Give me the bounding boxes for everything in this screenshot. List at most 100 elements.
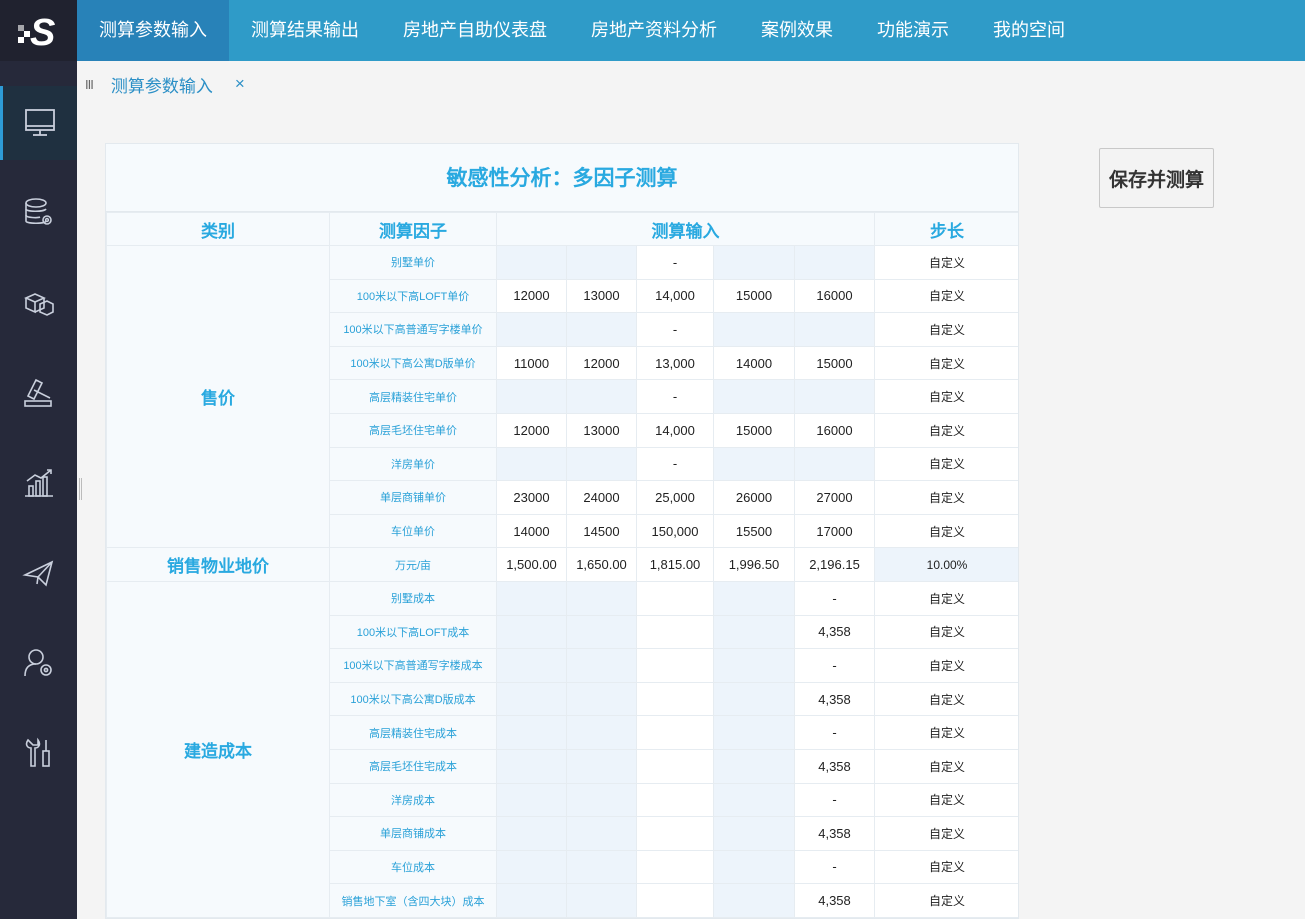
input-cell[interactable]: 13000 — [566, 278, 637, 314]
input-cell[interactable] — [496, 446, 567, 482]
input-cell[interactable]: - — [793, 648, 876, 683]
input-cell[interactable] — [496, 748, 567, 784]
tab-menu-handle[interactable]: III — [85, 77, 94, 92]
input-cell[interactable] — [713, 883, 795, 918]
input-cell[interactable] — [713, 816, 795, 851]
step-cell[interactable]: 自定义 — [874, 715, 1018, 750]
step-cell[interactable]: 自定义 — [874, 648, 1018, 683]
input-cell[interactable] — [566, 782, 637, 818]
input-cell[interactable]: 15000 — [793, 345, 876, 381]
input-cell[interactable] — [636, 883, 714, 918]
input-cell[interactable]: 15500 — [713, 513, 795, 549]
input-cell[interactable] — [496, 614, 567, 650]
input-cell[interactable] — [496, 883, 567, 918]
input-cell[interactable] — [636, 715, 714, 750]
input-cell[interactable] — [713, 580, 795, 616]
input-cell[interactable]: 11000 — [496, 345, 567, 381]
input-cell[interactable] — [713, 748, 795, 784]
input-cell[interactable] — [713, 245, 795, 280]
input-cell[interactable] — [496, 580, 567, 616]
sidebar-item-send[interactable] — [0, 536, 77, 610]
input-cell[interactable]: 4,358 — [793, 614, 876, 650]
input-cell[interactable]: 25,000 — [636, 480, 714, 515]
input-cell[interactable]: 16000 — [793, 278, 876, 314]
input-cell[interactable] — [636, 816, 714, 851]
input-cell[interactable] — [636, 681, 714, 717]
input-cell[interactable]: 14000 — [713, 345, 795, 381]
step-cell[interactable]: 自定义 — [874, 446, 1018, 482]
sidebar-resize-handle[interactable] — [79, 478, 82, 500]
tab-close-icon[interactable]: × — [235, 74, 245, 94]
step-cell[interactable]: 自定义 — [874, 412, 1018, 448]
nav-item-param-input[interactable]: 测算参数输入 — [77, 0, 229, 61]
input-cell[interactable] — [713, 715, 795, 750]
input-cell[interactable] — [566, 580, 637, 616]
input-cell[interactable] — [496, 782, 567, 818]
input-cell[interactable] — [713, 648, 795, 683]
step-cell[interactable]: 自定义 — [874, 748, 1018, 784]
input-cell[interactable] — [566, 715, 637, 750]
input-cell[interactable] — [636, 748, 714, 784]
input-cell[interactable]: 27000 — [793, 480, 876, 515]
input-cell[interactable]: - — [793, 580, 876, 616]
input-cell[interactable] — [793, 379, 876, 414]
input-cell[interactable]: 13000 — [566, 412, 637, 448]
input-cell[interactable] — [636, 614, 714, 650]
input-cell[interactable]: 4,358 — [793, 681, 876, 717]
input-cell[interactable]: 1,996.50 — [713, 547, 795, 582]
input-cell[interactable] — [713, 614, 795, 650]
sidebar-item-gavel[interactable] — [0, 356, 77, 430]
input-cell[interactable]: 1,815.00 — [636, 547, 714, 582]
step-cell[interactable]: 自定义 — [874, 345, 1018, 381]
input-cell[interactable] — [713, 681, 795, 717]
input-cell[interactable] — [636, 648, 714, 683]
input-cell[interactable] — [496, 681, 567, 717]
input-cell[interactable] — [793, 446, 876, 482]
input-cell[interactable]: 13,000 — [636, 345, 714, 381]
step-cell[interactable]: 自定义 — [874, 849, 1018, 885]
step-cell[interactable]: 自定义 — [874, 480, 1018, 515]
input-cell[interactable] — [566, 849, 637, 885]
step-cell[interactable]: 自定义 — [874, 513, 1018, 549]
input-cell[interactable]: 14500 — [566, 513, 637, 549]
input-cell[interactable] — [496, 245, 567, 280]
input-cell[interactable] — [496, 648, 567, 683]
input-cell[interactable]: 15000 — [713, 412, 795, 448]
input-cell[interactable]: 4,358 — [793, 883, 876, 918]
tab-param-input[interactable]: 测算参数输入 — [111, 72, 213, 97]
input-cell[interactable] — [566, 245, 637, 280]
nav-item-data-analysis[interactable]: 房地产资料分析 — [569, 0, 739, 61]
input-cell[interactable]: 17000 — [793, 513, 876, 549]
input-cell[interactable] — [636, 580, 714, 616]
step-cell[interactable]: 自定义 — [874, 816, 1018, 851]
step-cell[interactable]: 自定义 — [874, 312, 1018, 347]
input-cell[interactable] — [496, 379, 567, 414]
input-cell[interactable] — [566, 614, 637, 650]
input-cell[interactable]: 23000 — [496, 480, 567, 515]
input-cell[interactable]: - — [636, 379, 714, 414]
save-and-calculate-button[interactable]: 保存并测算 — [1099, 148, 1214, 208]
input-cell[interactable]: 12000 — [496, 412, 567, 448]
nav-item-dashboard[interactable]: 房地产自助仪表盘 — [381, 0, 569, 61]
input-cell[interactable] — [496, 715, 567, 750]
step-cell[interactable]: 自定义 — [874, 580, 1018, 616]
input-cell[interactable] — [793, 245, 876, 280]
nav-item-result-output[interactable]: 测算结果输出 — [229, 0, 381, 61]
input-cell[interactable] — [496, 816, 567, 851]
nav-item-my-space[interactable]: 我的空间 — [971, 0, 1087, 61]
input-cell[interactable]: 150,000 — [636, 513, 714, 549]
input-cell[interactable] — [496, 849, 567, 885]
step-cell[interactable]: 自定义 — [874, 782, 1018, 818]
input-cell[interactable]: - — [793, 715, 876, 750]
input-cell[interactable] — [713, 312, 795, 347]
step-cell[interactable]: 10.00% — [874, 547, 1018, 582]
step-cell[interactable]: 自定义 — [874, 681, 1018, 717]
sidebar-item-database[interactable] — [0, 176, 77, 250]
input-cell[interactable] — [713, 379, 795, 414]
nav-item-feature-demo[interactable]: 功能演示 — [855, 0, 971, 61]
input-cell[interactable]: 12000 — [566, 345, 637, 381]
sidebar-item-chart[interactable] — [0, 446, 77, 520]
step-cell[interactable]: 自定义 — [874, 379, 1018, 414]
input-cell[interactable] — [496, 312, 567, 347]
input-cell[interactable] — [566, 816, 637, 851]
